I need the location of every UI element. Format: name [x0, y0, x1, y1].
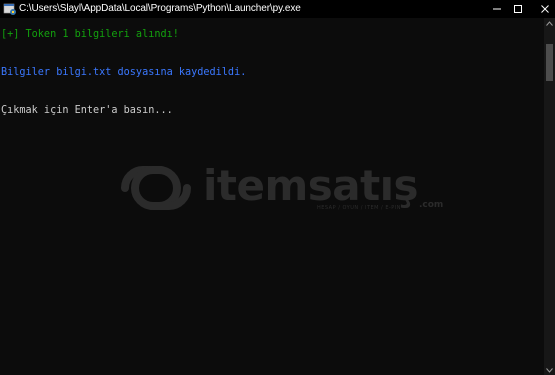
scroll-thumb[interactable] [546, 44, 553, 81]
console-output[interactable]: [+] Token 1 bilgileri alındı! Bilgiler b… [0, 18, 544, 375]
maximize-icon [514, 5, 522, 13]
chevron-up-icon [546, 20, 553, 26]
scroll-up-button[interactable] [544, 18, 555, 28]
close-icon [541, 5, 549, 13]
python-launcher-icon [3, 2, 17, 16]
console-line-success: [+] Token 1 bilgileri alındı! [1, 29, 179, 40]
close-button[interactable] [531, 0, 555, 18]
title-bar[interactable]: C:\Users\Slayl\AppData\Local\Programs\Py… [0, 0, 555, 18]
console-line-prompt: Çıkmak için Enter'a basın... [1, 105, 173, 116]
scroll-down-button[interactable] [544, 365, 555, 375]
maximize-button[interactable] [504, 0, 532, 18]
chevron-down-icon [546, 367, 553, 373]
window-title: C:\Users\Slayl\AppData\Local\Programs\Py… [19, 3, 301, 14]
console-window: C:\Users\Slayl\AppData\Local\Programs\Py… [0, 0, 555, 375]
minimize-icon [493, 8, 501, 10]
console-line-info: Bilgiler bilgi.txt dosyasına kaydedildi. [1, 67, 247, 78]
vertical-scrollbar[interactable] [544, 18, 555, 375]
